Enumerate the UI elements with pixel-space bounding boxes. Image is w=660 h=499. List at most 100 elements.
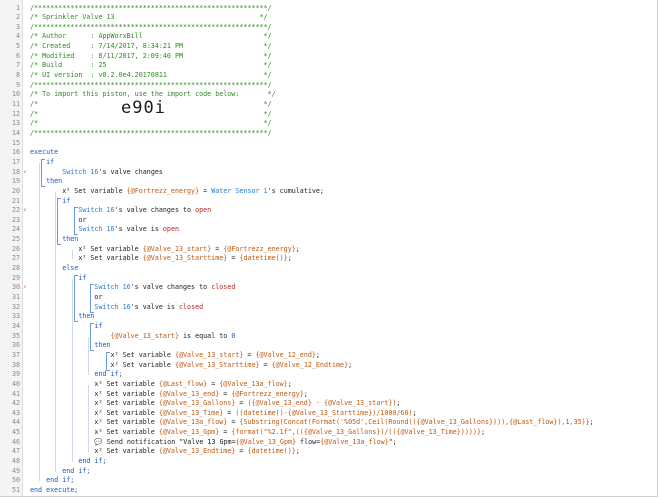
code-line[interactable]: 37 x² Set variable {@Valve_13_start} = {… <box>0 351 657 361</box>
code-line[interactable]: 45 x² Set variable {@Valve_13_Gpm} = {fo… <box>0 428 657 438</box>
code-line[interactable]: 35 {@Valve_13_start} is equal to 0 <box>0 332 657 342</box>
code-token: = <box>223 408 236 417</box>
code-line[interactable]: 39 end if; <box>0 370 657 380</box>
line-number: 34 <box>11 321 20 330</box>
code-line[interactable]: 28 else <box>0 264 657 274</box>
line-number: 40 <box>11 379 20 388</box>
code-line[interactable]: 13 /* */ <box>0 119 657 129</box>
code-line[interactable]: 14 /*************************************… <box>0 129 657 139</box>
code-line[interactable]: 1 /**************************************… <box>0 4 657 14</box>
code-line[interactable]: 31 or <box>0 293 657 303</box>
code-line[interactable]: 40 x² Set variable {@Last_flow} = {@Valv… <box>0 380 657 390</box>
code-line[interactable]: 27 x² Set variable {@Valve_13_Starttime}… <box>0 254 657 264</box>
code-line[interactable]: 2 /* Sprinkler Valve 13 */ <box>0 13 657 23</box>
trigger-bolt-icon: ⚡ <box>23 207 27 215</box>
code-token: Switch 16 <box>30 283 131 292</box>
code-line[interactable]: 19 then <box>0 177 657 187</box>
code-text: x² Set variable {@Valve_13_start} = {@Va… <box>30 351 320 361</box>
code-token: x² Set variable <box>30 254 143 263</box>
line-number: 17 <box>11 157 20 166</box>
code-line[interactable]: 22 ⚡ Switch 16's valve changes to open <box>0 206 657 216</box>
code-line[interactable]: 42 x² Set variable {@Valve_13_Gallons} =… <box>0 399 657 409</box>
code-line[interactable]: 20 x² Set variable {@Fortrezz_energy} = … <box>0 187 657 197</box>
code-line[interactable]: 44 x² Set variable {@Valve_13a_flow} = {… <box>0 418 657 428</box>
code-line[interactable]: 43 x² Set variable {@Valve_13_Time} = ((… <box>0 409 657 419</box>
code-line[interactable]: 9 /**************************************… <box>0 81 657 91</box>
line-number: 24 <box>11 225 20 234</box>
import-code[interactable]: e90i <box>121 98 166 118</box>
code-line[interactable]: 16 execute <box>0 148 657 158</box>
line-number: 43 <box>11 408 20 417</box>
code-line[interactable]: 33 then <box>0 312 657 322</box>
code-token: ; <box>303 389 308 398</box>
code-token: {@Valve_13_start} <box>142 244 212 253</box>
code-line[interactable]: 46 💬 Send notification "Valve 13 Gpm={@V… <box>0 438 657 448</box>
code-line[interactable]: 36 then <box>0 341 657 351</box>
code-token: Switch 16 <box>30 206 115 215</box>
code-line[interactable]: 5 /* Created : 7/14/2017, 8:34:21 PM */ <box>0 42 657 52</box>
code-token: = <box>259 360 272 369</box>
code-line[interactable]: 17 if <box>0 158 657 168</box>
code-line[interactable]: 15 <box>0 139 657 149</box>
code-line[interactable]: 32 Switch 16's valve is closed <box>0 303 657 313</box>
code-line[interactable]: 48 end if; <box>0 457 657 467</box>
code-text: end if; <box>30 476 74 486</box>
indent-guide <box>87 384 89 453</box>
code-token: = <box>199 186 212 195</box>
line-number: 38 <box>11 360 20 369</box>
code-token: x² Set variable <box>30 389 159 398</box>
code-text: /* Modified : 8/11/2017, 2:09:40 PM */ <box>30 52 272 62</box>
code-token: x² Set variable <box>30 186 127 195</box>
code-token: = <box>211 244 224 253</box>
line-number: 42 <box>11 399 20 408</box>
code-line[interactable]: 30 ⚡ Switch 16's valve changes to closed <box>0 283 657 293</box>
code-line[interactable]: 12/* */ <box>0 110 657 120</box>
code-token: {@Valve_13_end} <box>158 389 220 398</box>
code-line[interactable]: 8 /* UI version : v0.2.0e4.20170811 */ <box>0 71 657 81</box>
code-token: /***************************************… <box>30 3 272 12</box>
code-line[interactable]: 51 end execute; <box>0 486 657 496</box>
code-line[interactable]: 49 end if; <box>0 467 657 477</box>
code-line[interactable]: 26 x² Set variable {@Valve_13_start} = {… <box>0 245 657 255</box>
code-token: x² Set variable <box>30 418 159 427</box>
code-token: 0 <box>231 331 236 340</box>
code-line[interactable]: 7 /* Build : 25 */ <box>0 61 657 71</box>
code-token: end if; <box>30 476 75 485</box>
code-line[interactable]: 23 or <box>0 216 657 226</box>
line-number: 25 <box>11 235 20 244</box>
line-number: 16 <box>11 148 20 157</box>
code-token: 's valve changes to <box>130 283 212 292</box>
code-line[interactable]: 18 ⚡ Switch 16's valve changes <box>0 168 657 178</box>
code-token: "; <box>388 437 397 446</box>
code-token: flow= <box>296 437 321 446</box>
code-text: /***************************************… <box>30 129 272 139</box>
code-token: {format("%2.1f",(({@Valve_13_Gallons})/(… <box>231 428 481 437</box>
code-token: ; <box>396 399 401 408</box>
code-token: {@Fortrezz_energy} <box>223 244 296 253</box>
code-line[interactable]: 25 then <box>0 235 657 245</box>
code-line[interactable]: 50 end if; <box>0 476 657 486</box>
line-number: 22 <box>11 206 20 215</box>
line-number: 33 <box>11 312 20 321</box>
code-line[interactable]: 10/* To import this piston, use the impo… <box>0 90 657 100</box>
line-number: 26 <box>11 244 20 253</box>
code-token: {@Valve_13a_flow} <box>219 379 288 388</box>
code-line[interactable]: 34 if <box>0 322 657 332</box>
code-line[interactable]: 3 /**************************************… <box>0 23 657 33</box>
code-line[interactable]: 4 /* Author : AppWorxBill */ <box>0 32 657 42</box>
code-line[interactable]: 38 x² Set variable {@Valve_13_Starttime}… <box>0 361 657 371</box>
trigger-bolt-icon: ⚡ <box>23 284 27 292</box>
code-line[interactable]: 47 x² Set variable {@Valve_13_Endtime} =… <box>0 447 657 457</box>
code-line[interactable]: 11/* */ <box>0 100 657 110</box>
line-number: 7 <box>15 61 20 70</box>
code-token: x² Set variable <box>30 244 143 253</box>
code-line[interactable]: 6 /* Modified : 8/11/2017, 2:09:40 PM */ <box>0 52 657 62</box>
code-line[interactable]: 21 if <box>0 197 657 207</box>
code-line[interactable]: 24 Switch 16's valve is open <box>0 225 657 235</box>
code-line[interactable]: 41 x² Set variable {@Valve_13_end} = {@F… <box>0 390 657 400</box>
code-text: /***************************************… <box>30 4 272 14</box>
code-token: x² Set variable <box>30 399 159 408</box>
code-token: ; <box>287 254 292 263</box>
line-number: 14 <box>11 128 20 137</box>
code-line[interactable]: 29 if <box>0 274 657 284</box>
